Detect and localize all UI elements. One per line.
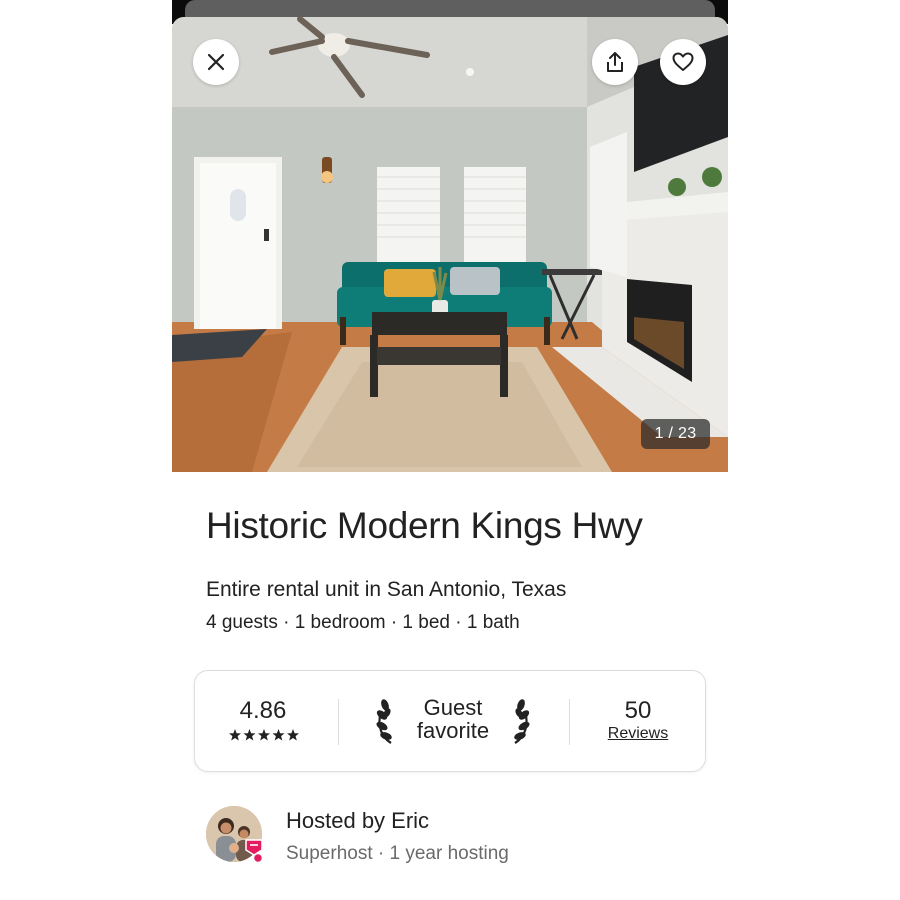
- listing-stats-card[interactable]: 4.86 Guest favorite 50 Reviews: [194, 670, 706, 772]
- listing-details: 4 guests · 1 bedroom · 1 bed · 1 bath: [206, 612, 520, 633]
- share-button[interactable]: [592, 39, 638, 85]
- reviews-link[interactable]: Reviews: [583, 725, 693, 743]
- host-meta: Superhost · 1 year hosting: [286, 843, 509, 864]
- guest-favorite-line1: Guest: [423, 695, 483, 720]
- stats-divider: [338, 699, 339, 745]
- laurel-right-icon: [514, 699, 530, 744]
- superhost-badge-icon: [245, 839, 264, 864]
- photo-counter: 1 / 23: [641, 419, 710, 449]
- host-name: Hosted by Eric: [286, 808, 430, 833]
- listing-subtitle: Entire rental unit in San Antonio, Texas: [206, 578, 567, 601]
- share-icon: [607, 52, 623, 72]
- listing-title: Historic Modern Kings Hwy: [206, 505, 643, 546]
- close-icon: [207, 53, 225, 71]
- close-button[interactable]: [193, 39, 239, 85]
- save-favorite-button[interactable]: [660, 39, 706, 85]
- stats-divider: [569, 699, 570, 745]
- reviews-count: 50: [624, 697, 652, 724]
- heart-icon: [672, 52, 694, 71]
- guest-favorite-label: Guest favorite: [395, 696, 511, 742]
- guest-favorite-line2: favorite: [416, 718, 490, 743]
- five-stars-icon: [229, 729, 299, 741]
- listing-screen: 1 / 23 Historic Modern Kings Hwy Entire …: [172, 0, 728, 900]
- rating-value: 4.86: [239, 697, 287, 724]
- listing-photo[interactable]: 1 / 23: [172, 17, 728, 472]
- living-room-photo: [172, 17, 728, 472]
